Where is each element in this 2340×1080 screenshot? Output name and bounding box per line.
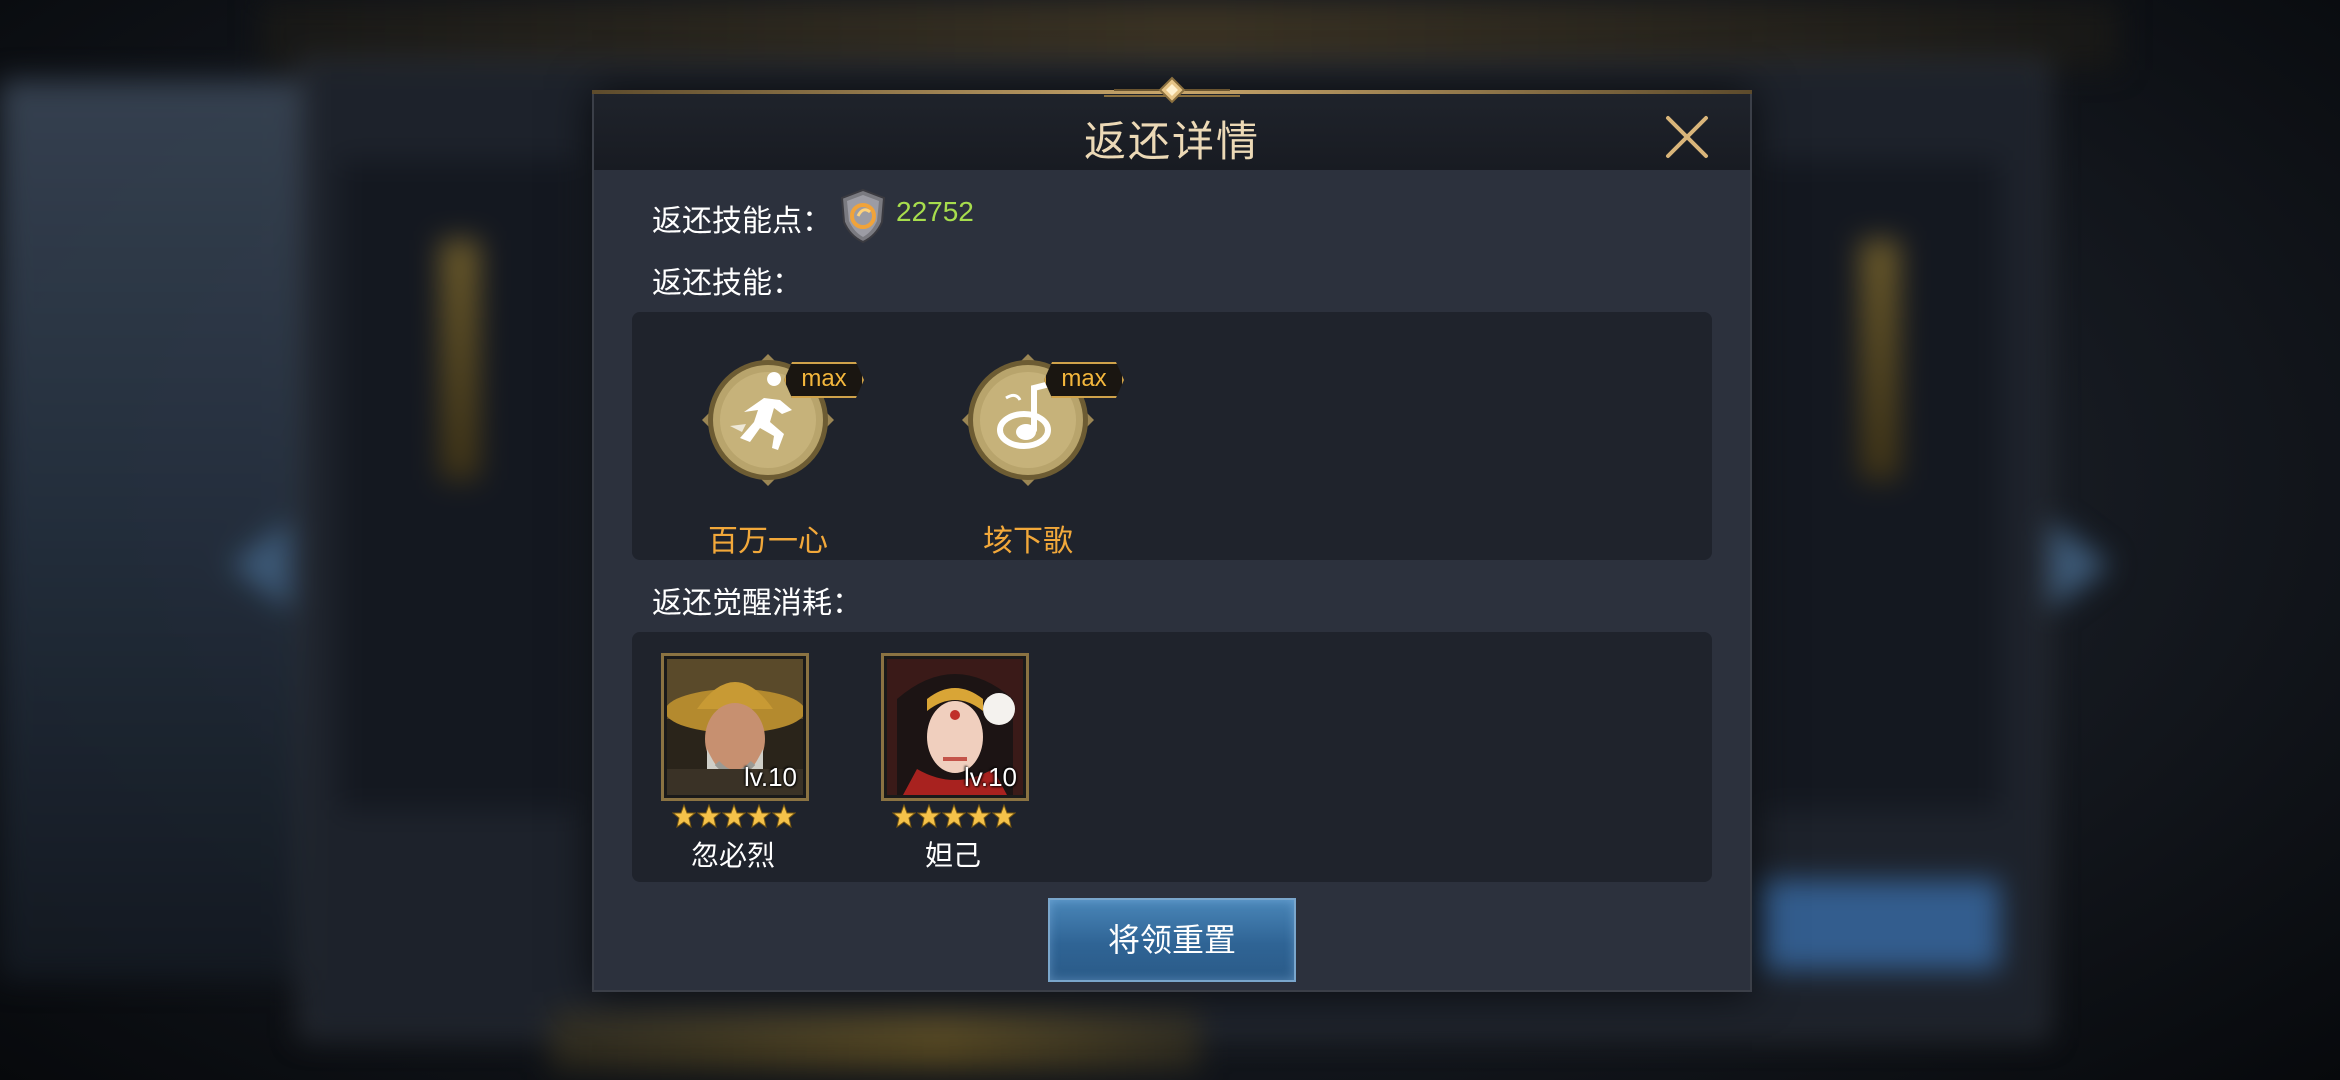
background-left-panel <box>0 80 320 980</box>
star-icon <box>697 804 721 828</box>
star-icon <box>992 804 1016 828</box>
points-label: 返还技能点： <box>652 204 832 239</box>
hero-name: 忽必烈 <box>690 839 775 872</box>
hero-card[interactable]: lv.10 忽必烈 <box>654 656 806 876</box>
skill-item[interactable]: max 百万一心 <box>678 352 864 559</box>
close-button[interactable] <box>1662 112 1712 162</box>
skill-item[interactable]: max 垓下歌 <box>938 352 1124 559</box>
background-card-left <box>340 160 580 810</box>
star-icon <box>672 804 696 828</box>
max-badge: max <box>784 362 864 398</box>
hero-portrait-kublai: lv.10 <box>664 656 806 798</box>
max-badge: max <box>1044 362 1124 398</box>
dialog-header: 返还详情 <box>594 94 1750 170</box>
points-value: 22752 <box>896 196 974 227</box>
star-icon <box>892 804 916 828</box>
skills-label: 返还技能： <box>652 266 802 301</box>
background-card-right <box>1760 160 2000 810</box>
skill-name: 垓下歌 <box>983 524 1073 559</box>
return-details-dialog: 返还详情 返还技能点： 22752 返还技能： max 百万一心 max 垓下歌… <box>592 76 1752 992</box>
background-button <box>1760 880 2000 970</box>
star-icon <box>917 804 941 828</box>
awaken-cost-panel: lv.10 忽必烈 lv.10 妲己 <box>632 632 1712 882</box>
dialog-title: 返还详情 <box>1083 117 1260 166</box>
awaken-label: 返还觉醒消耗： <box>652 586 862 621</box>
skill-name: 百万一心 <box>708 524 828 559</box>
star-icon <box>967 804 991 828</box>
hero-level: lv.10 <box>964 762 1017 792</box>
ornament-icon <box>1104 76 1240 104</box>
returned-skills-panel: max 百万一心 max 垓下歌 <box>632 312 1712 560</box>
background-bottom-bar <box>550 1010 1200 1070</box>
hero-card[interactable]: lv.10 妲己 <box>874 656 1026 876</box>
star-icon <box>942 804 966 828</box>
hero-stars <box>884 804 1024 828</box>
background-arrow-right-icon <box>2050 520 2110 610</box>
star-icon <box>722 804 746 828</box>
star-icon <box>772 804 796 828</box>
hero-stars <box>664 804 804 828</box>
close-icon <box>1666 116 1708 158</box>
hero-portrait-daji: lv.10 <box>884 656 1026 798</box>
star-icon <box>747 804 771 828</box>
skill-point-shield-icon <box>840 188 886 244</box>
hero-reset-button[interactable]: 将领重置 <box>1048 898 1296 982</box>
hero-name: 妲己 <box>924 839 981 872</box>
hero-level: lv.10 <box>744 762 797 792</box>
